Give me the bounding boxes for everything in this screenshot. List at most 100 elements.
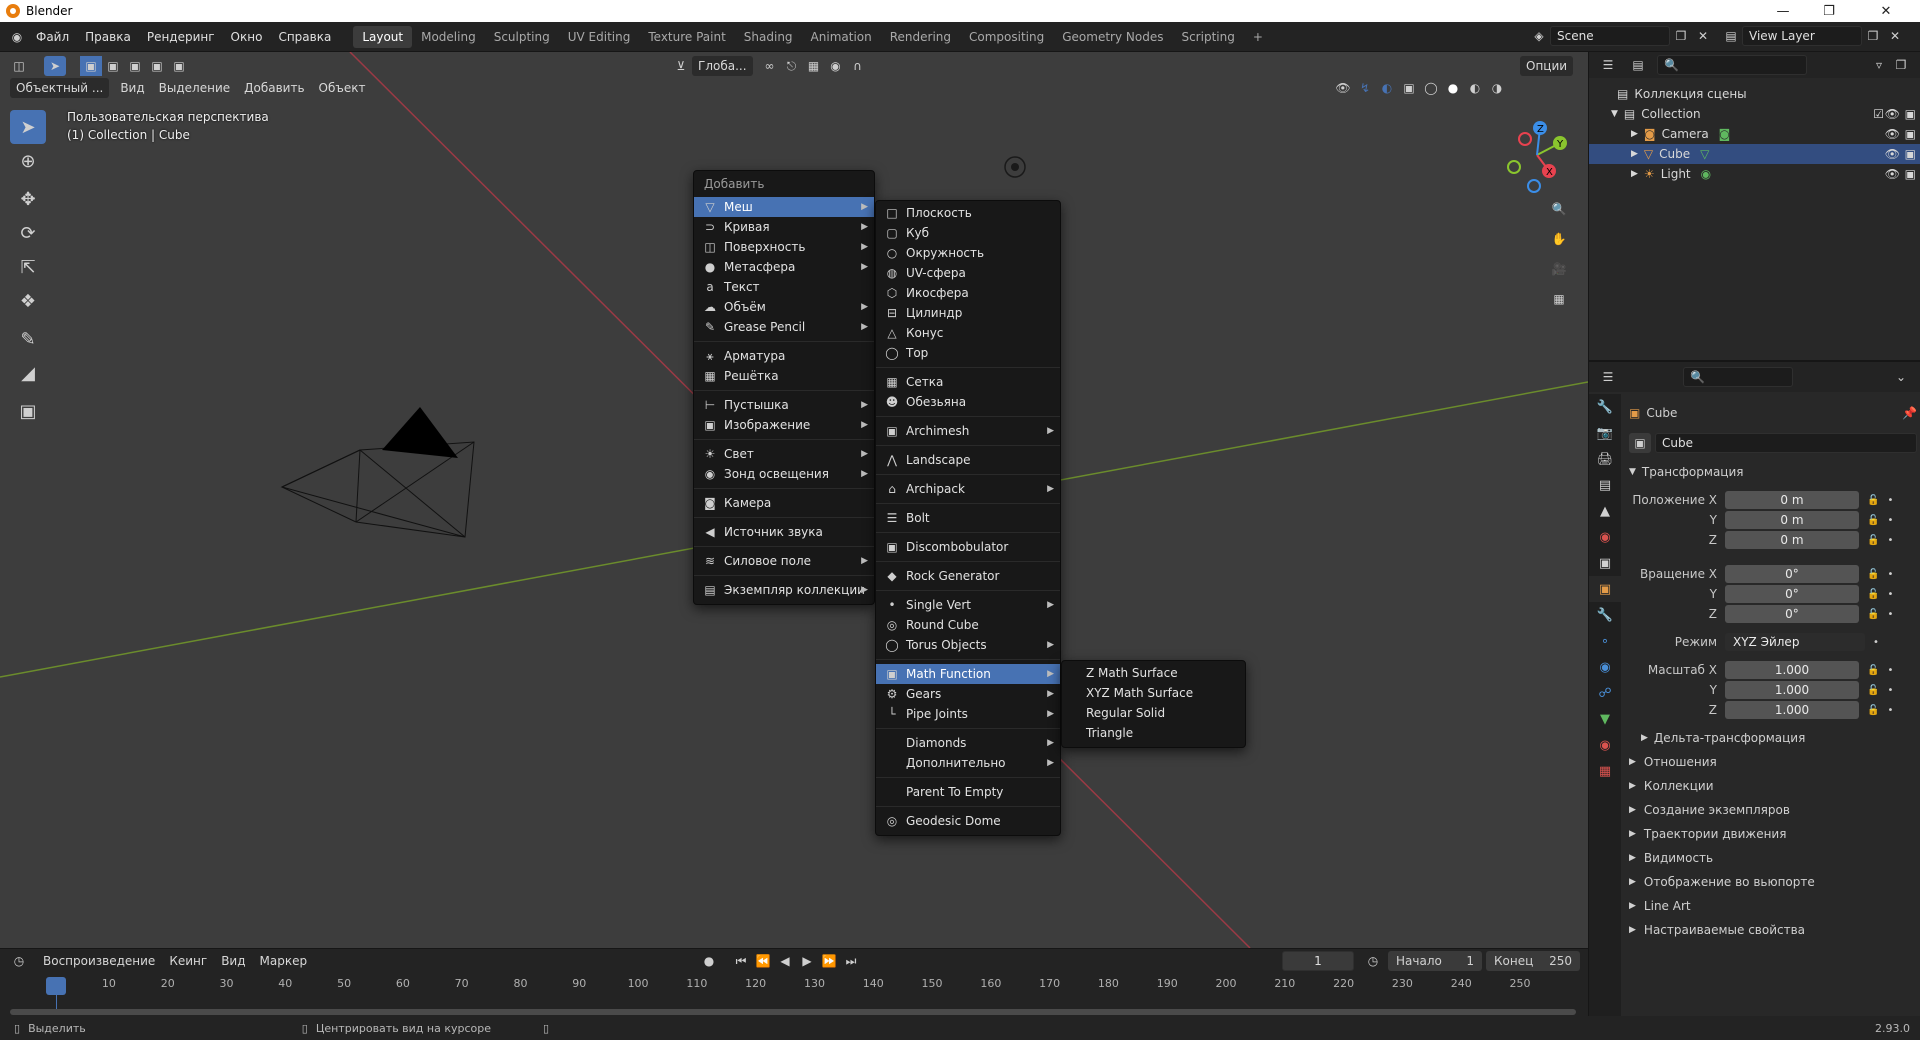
filter-icon[interactable]: ▿: [1868, 55, 1890, 75]
section-отображение-во-вьюпорте[interactable]: ▶ Отображение во вьюпорте: [1629, 870, 1917, 894]
playhead[interactable]: [46, 977, 66, 995]
collection-render-icon[interactable]: ▣: [1905, 107, 1916, 121]
select-invert-icon[interactable]: ▣: [146, 56, 168, 76]
menu-2[interactable]: Рендеринг: [139, 30, 223, 44]
rotate-tool-icon[interactable]: ⟳: [10, 216, 46, 250]
mode-dropdown[interactable]: Объектный ...: [10, 78, 110, 98]
menu-item-дополнительно[interactable]: Дополнительно ▶: [876, 753, 1060, 773]
particles-tab-icon[interactable]: ∘: [1589, 628, 1621, 654]
property-value-field[interactable]: 1.000: [1725, 681, 1859, 699]
collection-tab-icon[interactable]: ▣: [1589, 550, 1621, 576]
properties-options-icon[interactable]: ⌄: [1890, 367, 1912, 387]
section-создание-экземпляров[interactable]: ▶ Создание экземпляров: [1629, 798, 1917, 822]
camera-data-icon[interactable]: ◙: [1719, 127, 1731, 141]
property-value-field[interactable]: 0°: [1725, 605, 1859, 623]
section-настраиваемые-свойства[interactable]: ▶ Настраиваемые свойства: [1629, 918, 1917, 942]
select-intersect-icon[interactable]: ▣: [168, 56, 190, 76]
property-value-field[interactable]: 0°: [1725, 585, 1859, 603]
menu-item-torus-objects[interactable]: ◯ Torus Objects ▶: [876, 635, 1060, 655]
object-tab-icon[interactable]: ▣: [1589, 576, 1621, 602]
menu-item-uv-сфера[interactable]: ◍ UV-сфера: [876, 263, 1060, 283]
section-line-art[interactable]: ▶ Line Art: [1629, 894, 1917, 918]
menu-item-обезьяна[interactable]: ☻ Обезьяна: [876, 392, 1060, 412]
menu-item-discombobulator[interactable]: ▣ Discombobulator: [876, 537, 1060, 557]
menu-item-parent-to-empty[interactable]: Parent To Empty: [876, 782, 1060, 802]
menu-item-regular-solid[interactable]: Regular Solid: [1062, 703, 1245, 723]
menu-1[interactable]: Правка: [77, 30, 139, 44]
add-workspace-button[interactable]: +: [1244, 26, 1272, 48]
select-new-icon[interactable]: ▣: [80, 56, 102, 76]
select-mode-icon[interactable]: ➤: [44, 56, 66, 76]
menu-item-икосфера[interactable]: ⬡ Икосфера: [876, 283, 1060, 303]
camera-view-icon[interactable]: 🎥: [1548, 254, 1570, 284]
lock-icon[interactable]: 🔓: [1867, 665, 1879, 676]
editor-type-icon[interactable]: ◫: [8, 56, 30, 76]
collection-checkbox-icon[interactable]: ☑: [1873, 107, 1884, 121]
close-icon[interactable]: ✕: [1852, 0, 1920, 22]
menu-item-свет[interactable]: ☀ Свет ▶: [694, 444, 874, 464]
overlays-icon[interactable]: ◐: [1376, 78, 1398, 98]
property-value-field[interactable]: 0°: [1725, 565, 1859, 583]
menu-item-изображение[interactable]: ▣ Изображение ▶: [694, 415, 874, 435]
new-scene-icon[interactable]: ❐: [1670, 26, 1692, 46]
outliner-search-input[interactable]: 🔍: [1657, 55, 1807, 75]
menu-item-плоскость[interactable]: □ Плоскость: [876, 203, 1060, 223]
light-data-icon[interactable]: ◉: [1701, 167, 1711, 181]
transform-tool-icon[interactable]: ❖: [10, 284, 46, 318]
material-shading-icon[interactable]: ◐: [1464, 78, 1486, 98]
navigation-gizmo[interactable]: Y X Z: [1496, 114, 1578, 196]
lock-icon[interactable]: 🔓: [1867, 569, 1879, 580]
new-collection-icon[interactable]: ❐: [1890, 55, 1912, 75]
wireframe-shading-icon[interactable]: ◯: [1420, 78, 1442, 98]
property-value-field[interactable]: 0 m: [1725, 491, 1859, 509]
menu-item-landscape[interactable]: ⋀ Landscape: [876, 450, 1060, 470]
blender-menu-icon[interactable]: ◉: [6, 27, 28, 47]
keyframe-dot-icon[interactable]: •: [1887, 589, 1893, 600]
transform-section-header[interactable]: ▼ Трансформация: [1629, 460, 1917, 484]
select-extend-icon[interactable]: ▣: [102, 56, 124, 76]
lock-icon[interactable]: 🔓: [1867, 685, 1879, 696]
menu-item-решётка[interactable]: ▦ Решётка: [694, 366, 874, 386]
snap-target-icon[interactable]: ▦: [803, 56, 825, 76]
menu-item-triangle[interactable]: Triangle: [1062, 723, 1245, 743]
menu-item-diamonds[interactable]: Diamonds ▶: [876, 733, 1060, 753]
tab-shading[interactable]: Shading: [735, 26, 802, 48]
add-cube-tool-icon[interactable]: ▣: [10, 394, 46, 428]
keyframe-dot-icon[interactable]: •: [1887, 685, 1893, 696]
rotation-mode-dropdown[interactable]: XYZ Эйлер: [1725, 633, 1865, 651]
visibility-icon[interactable]: 👁: [1885, 167, 1900, 181]
physics-tab-icon[interactable]: ◉: [1589, 654, 1621, 680]
menu-item-конус[interactable]: △ Конус: [876, 323, 1060, 343]
property-value-field[interactable]: 0 m: [1725, 511, 1859, 529]
viewport-menu-1[interactable]: Выделение: [152, 81, 237, 95]
menu-0[interactable]: Файл: [28, 30, 77, 44]
timeline-scrollbar[interactable]: [10, 1009, 1576, 1015]
scene-tab-icon[interactable]: ▲: [1589, 498, 1621, 524]
tab-scripting[interactable]: Scripting: [1172, 26, 1243, 48]
keyframe-dot-icon[interactable]: •: [1887, 705, 1893, 716]
delete-view-layer-icon[interactable]: ✕: [1884, 26, 1906, 46]
menu-4[interactable]: Справка: [270, 30, 339, 44]
tool-tab-icon[interactable]: 🔧: [1589, 394, 1621, 420]
render-tab-icon[interactable]: 📷: [1589, 420, 1621, 446]
lock-icon[interactable]: 🔓: [1867, 535, 1879, 546]
menu-item-grease-pencil[interactable]: ✎ Grease Pencil ▶: [694, 317, 874, 337]
menu-item-поверхность[interactable]: ◫ Поверхность ▶: [694, 237, 874, 257]
properties-editor-type-icon[interactable]: ☰: [1597, 367, 1619, 387]
tab-animation[interactable]: Animation: [802, 26, 881, 48]
select-box-modes[interactable]: ▣ ▣ ▣ ▣ ▣: [80, 56, 190, 76]
menu-item-gears[interactable]: ⚙ Gears ▶: [876, 684, 1060, 704]
keyframe-dot-icon[interactable]: •: [1887, 495, 1893, 506]
tab-texture-paint[interactable]: Texture Paint: [639, 26, 734, 48]
measure-tool-icon[interactable]: ◢: [10, 356, 46, 390]
scene-browse-icon[interactable]: ◈: [1528, 26, 1550, 46]
falloff-icon[interactable]: ∩: [847, 56, 869, 76]
menu-item-цилиндр[interactable]: ⊟ Цилиндр: [876, 303, 1060, 323]
menu-item-метасфера[interactable]: ● Метасфера ▶: [694, 257, 874, 277]
tab-sculpting[interactable]: Sculpting: [485, 26, 559, 48]
expand-icon[interactable]: ▶: [1631, 129, 1638, 139]
visibility-icon[interactable]: 👁: [1885, 147, 1900, 161]
gizmo-icon[interactable]: ↯: [1354, 78, 1376, 98]
outliner-row-cube[interactable]: ▶ ▽ Cube ▽ 👁 ▣: [1589, 144, 1920, 164]
section-видимость[interactable]: ▶ Видимость: [1629, 846, 1917, 870]
